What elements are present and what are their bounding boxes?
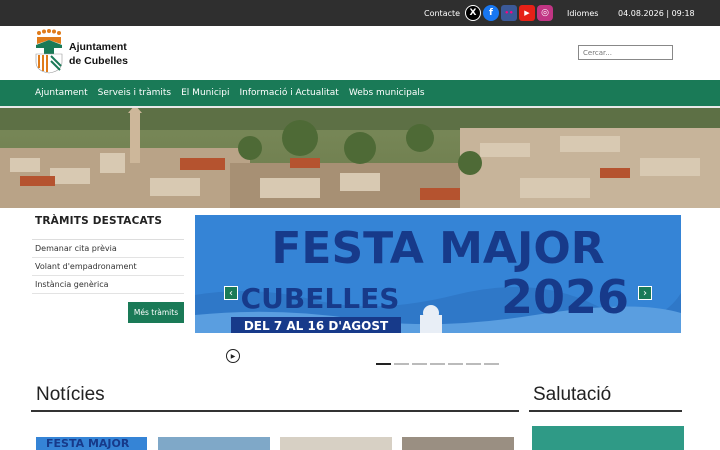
nav-item-ajuntament[interactable]: Ajuntament [35,88,88,98]
carousel-dot[interactable] [430,363,445,365]
banner-dates: DEL 7 AL 16 D'AGOST [244,319,389,333]
youtube-icon[interactable]: ▶ [519,5,535,21]
greeting-photo [532,426,684,450]
site-header: Ajuntament de Cubelles [0,26,720,80]
logo-line-2: de Cubelles [69,55,128,67]
current-datetime: 04.08.2026 | 09:18 [618,9,695,18]
greeting-divider [529,410,682,412]
carousel-dot[interactable] [376,363,391,365]
main-navigation: Ajuntament Serveis i tràmits El Municipi… [0,80,720,108]
search-input[interactable] [578,45,673,60]
carousel-dot[interactable] [484,363,499,365]
instagram-icon[interactable]: ◎ [537,5,553,21]
languages-menu[interactable]: Idiomes [567,9,598,18]
banner-town: CUBELLES [241,282,400,315]
carousel-indicators [376,363,499,365]
news-thumbnail[interactable] [402,437,514,450]
greeting-heading: Salutació [533,384,612,405]
featured-procedures: TRÀMITS DESTACATS Demanar cita prèvia Vo… [32,215,184,323]
procedure-link[interactable]: Demanar cita prèvia [32,240,184,258]
news-thumbnail[interactable]: FESTA MAJOR [36,437,147,450]
nav-item-informacio[interactable]: Informació i Actualitat [240,88,339,98]
festa-major-banner[interactable]: FESTA MAJOR CUBELLES 2026 DEL 7 AL 16 D'… [195,215,681,333]
banner-title: FESTA MAJOR [271,223,604,274]
carousel-dot[interactable] [466,363,481,365]
site-logo-text[interactable]: Ajuntament de Cubelles [69,40,128,68]
carousel-next-button[interactable]: › [638,286,652,300]
carousel-play-button[interactable]: ▶ [226,349,240,363]
hero-aerial-photo [0,108,720,208]
news-thumbnail[interactable] [158,437,270,450]
procedure-link[interactable]: Instància genèrica [32,276,184,294]
flickr-icon[interactable]: •• [501,5,517,21]
carousel-dot[interactable] [394,363,409,365]
facebook-icon[interactable]: f [483,5,499,21]
top-utility-bar: Contacte X f •• ▶ ◎ Idiomes 04.08.2026 |… [0,0,720,26]
nav-item-webs[interactable]: Webs municipals [349,88,425,98]
nav-item-serveis[interactable]: Serveis i tràmits [98,88,171,98]
more-procedures-button[interactable]: Més tràmits [128,302,184,323]
banner-artwork: FESTA MAJOR CUBELLES 2026 DEL 7 AL 16 D'… [195,215,681,333]
procedure-link[interactable]: Volant d'empadronament [32,258,184,276]
news-thumbnail[interactable] [280,437,392,450]
banner-year: 2026 [501,270,629,324]
carousel-dot[interactable] [412,363,427,365]
coat-of-arms-logo[interactable] [34,28,64,74]
social-links: X f •• ▶ ◎ [465,5,553,21]
nav-item-municipi[interactable]: El Municipi [181,88,229,98]
news-divider [31,410,519,412]
logo-line-1: Ajuntament [69,41,127,53]
contact-link[interactable]: Contacte [424,9,460,18]
news-heading: Notícies [36,384,105,405]
carousel-prev-button[interactable]: ‹ [224,286,238,300]
carousel-dot[interactable] [448,363,463,365]
featured-procedures-title: TRÀMITS DESTACATS [32,215,184,240]
x-twitter-icon[interactable]: X [465,5,481,21]
